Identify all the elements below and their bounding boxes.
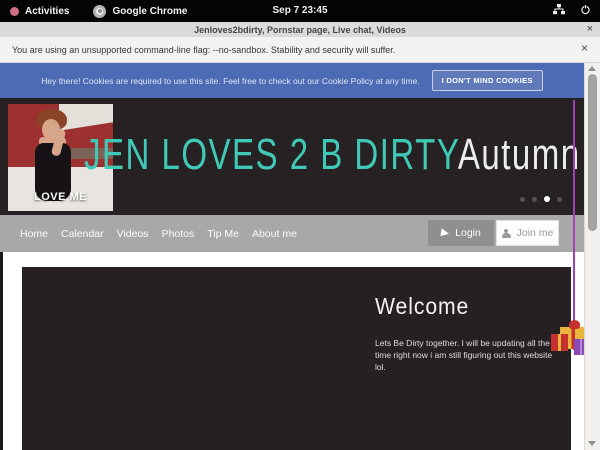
scroll-down-icon[interactable] [588,441,596,446]
gift-red [551,334,568,351]
nav-item-photos[interactable]: Photos [162,228,195,240]
join-label: Join me [517,227,554,239]
carousel-dot[interactable] [544,196,550,202]
login-label: Login [455,227,481,239]
welcome-block: Welcome Lets Be Dirty together. I will b… [375,293,555,373]
system-status-area[interactable] [553,0,591,22]
send-arrow-icon [441,228,450,237]
page-body: Welcome Lets Be Dirty together. I will b… [0,252,584,450]
power-icon [580,4,591,18]
content-panel: Welcome Lets Be Dirty together. I will b… [22,267,571,450]
photo-caption: LOVE ME [34,191,87,203]
browser-viewport: Hey there! Cookies are required to use t… [0,63,600,450]
desktop: Activities Google Chrome Sep 7 23:45 Jen… [0,0,600,450]
infobar-close-icon[interactable]: × [581,41,588,55]
carousel-dot[interactable] [557,197,562,202]
hero-title: JEN LOVES 2 B DIRTYAutumn [84,124,581,186]
login-button[interactable]: Login [428,220,494,246]
cookie-accept-button[interactable]: I DON'T MIND COOKIES [432,70,543,91]
hero-title-accent: Autumn [458,130,581,179]
gift-bow [569,320,580,329]
hero-title-main: JEN LOVES 2 B DIRTY [84,130,458,179]
app-menu-button[interactable]: Google Chrome [93,5,187,18]
welcome-title: Welcome [375,293,541,320]
main-nav: Home Calendar Videos Photos Tip Me About… [0,215,584,252]
app-menu-label: Google Chrome [112,6,187,17]
web-page: Hey there! Cookies are required to use t… [0,63,584,450]
scroll-up-icon[interactable] [588,66,596,71]
nav-item-home[interactable]: Home [20,228,48,240]
window-titlebar: Jenloves2bdirty, Pornstar page, Live cha… [0,22,600,37]
carousel-dot[interactable] [520,197,525,202]
activities-label: Activities [25,6,69,17]
clock[interactable]: Sep 7 23:45 [272,0,327,22]
nav-item-videos[interactable]: Videos [117,228,149,240]
record-indicator-icon [10,7,19,16]
carousel-dots [520,196,562,202]
nav-item-calendar[interactable]: Calendar [61,228,104,240]
nav-links: Home Calendar Videos Photos Tip Me About… [20,215,297,252]
window-title: Jenloves2bdirty, Pornstar page, Live cha… [194,25,406,35]
cookie-message: Hey there! Cookies are required to use t… [41,76,419,86]
activities-button[interactable]: Activities [10,6,69,17]
join-me-button[interactable]: Join me [496,220,559,246]
chrome-icon [93,5,106,18]
person-icon [502,229,511,238]
flag-warning-bar: You are using an unsupported command-lin… [0,37,600,63]
nav-item-tip-me[interactable]: Tip Me [207,228,239,240]
gift-ribbon [573,100,575,350]
scrollbar[interactable] [584,63,600,450]
carousel-dot[interactable] [532,197,537,202]
nav-item-about-me[interactable]: About me [252,228,297,240]
welcome-text: Lets Be Dirty together. I will be updati… [375,337,555,373]
flag-warning-message: You are using an unsupported command-lin… [12,45,395,55]
scrollbar-thumb[interactable] [588,74,597,231]
gnome-top-bar: Activities Google Chrome Sep 7 23:45 [0,0,600,22]
hero-slideshow: LOVE ME JEN LOVES 2 B DIRTYAutumn [0,98,584,215]
network-icon [553,4,565,18]
cookie-banner: Hey there! Cookies are required to use t… [0,63,584,98]
window-close-button[interactable]: × [587,22,593,37]
